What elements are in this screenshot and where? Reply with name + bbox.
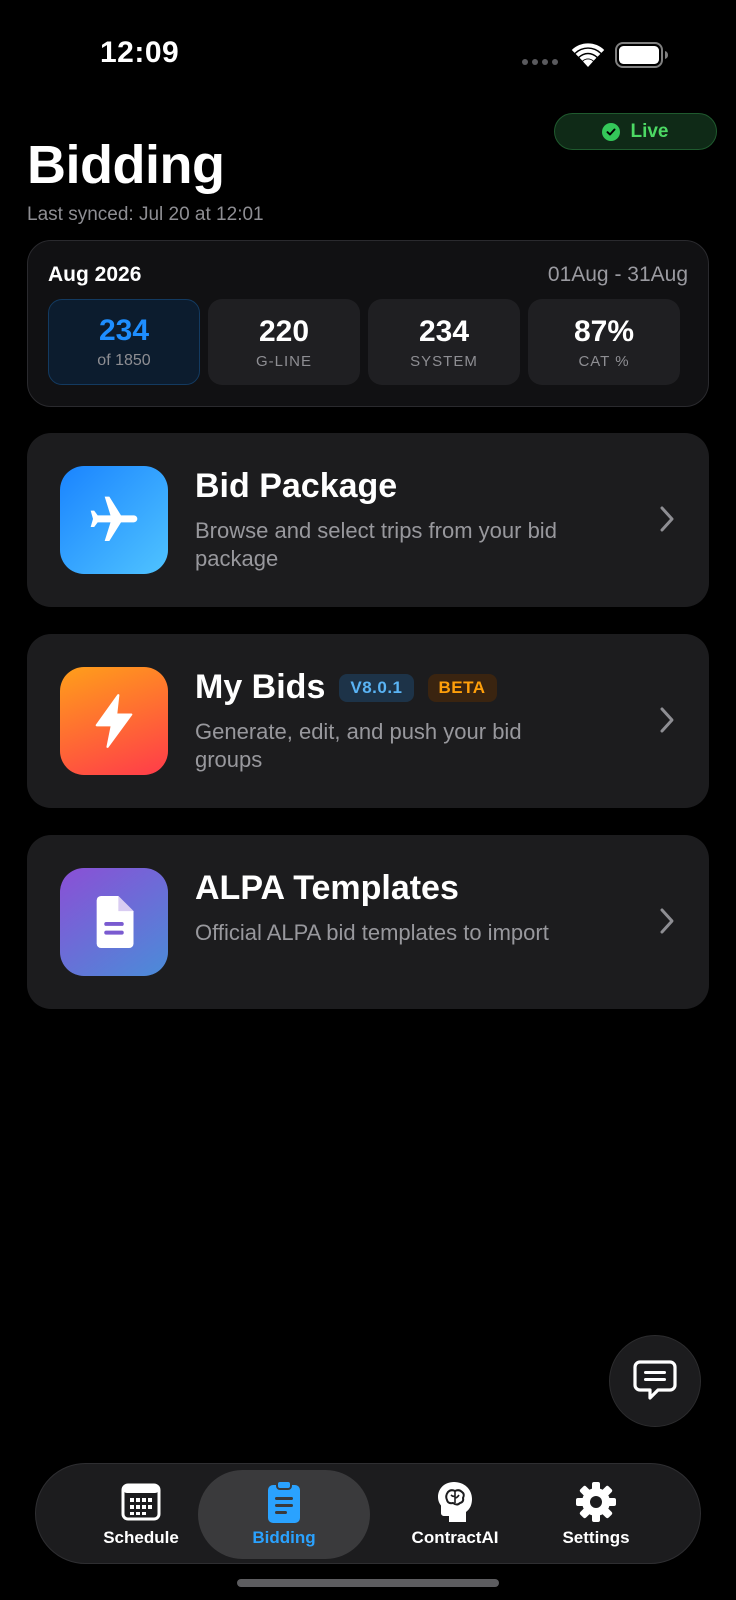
- bid-month: Aug 2026: [48, 263, 142, 286]
- tab-label: Settings: [562, 1528, 630, 1547]
- card-title: Bid Package: [195, 467, 398, 505]
- stat-value: 234: [418, 314, 470, 348]
- my-bids-card[interactable]: My Bids V8.0.1 BETA Generate, edit, and …: [27, 634, 709, 808]
- card-description: Browse and select trips from your bid pa…: [195, 518, 557, 571]
- tab-bidding[interactable]: Bidding: [198, 1470, 370, 1559]
- lightning-icon: [60, 667, 168, 775]
- bid-date-range: 01Aug - 31Aug: [547, 263, 688, 286]
- chat-button[interactable]: [609, 1335, 701, 1427]
- stat-label: G-LINE: [255, 352, 312, 370]
- page-title: Bidding: [27, 135, 225, 195]
- stat-tile-seniority[interactable]: 234 of 1850: [48, 299, 200, 385]
- stat-value: 234: [98, 314, 150, 347]
- document-icon: [60, 868, 168, 976]
- last-synced-text: Last synced: Jul 20 at 12:01: [27, 204, 264, 225]
- chevron-right-icon: [660, 908, 674, 934]
- status-time: 12:09: [100, 36, 180, 69]
- card-title: ALPA Templates: [195, 869, 459, 907]
- card-description: Official ALPA bid templates to import: [195, 920, 549, 945]
- version-badge: V8.0.1: [339, 673, 414, 702]
- tab-label: Schedule: [103, 1528, 179, 1547]
- cellular-signal-icon: [522, 59, 558, 65]
- stat-value: 87%: [573, 314, 635, 348]
- clipboard-icon: [262, 1480, 306, 1524]
- alpa-templates-card[interactable]: ALPA Templates Official ALPA bid templat…: [27, 835, 709, 1009]
- stat-label: of 1850: [97, 352, 151, 369]
- tab-settings[interactable]: Settings: [510, 1470, 682, 1559]
- status-bar: 12:09: [0, 0, 736, 100]
- tab-label: ContractAI: [411, 1528, 499, 1547]
- brain-head-icon: [433, 1480, 477, 1524]
- stat-tile-system[interactable]: 234 SYSTEM: [368, 299, 520, 385]
- bid-period-summary-card: Aug 2026 01Aug - 31Aug 234 of 1850 220 G…: [27, 240, 709, 407]
- card-description: Generate, edit, and push your bid groups: [195, 719, 522, 772]
- battery-icon: [615, 42, 668, 68]
- beta-badge: BETA: [427, 673, 497, 702]
- airplane-icon: [60, 466, 168, 574]
- card-title: My Bids: [195, 668, 326, 706]
- calendar-icon: [119, 1480, 163, 1524]
- stat-tile-g-line[interactable]: 220 G-LINE: [208, 299, 360, 385]
- check-circle-icon: [602, 122, 621, 141]
- tab-bar: Schedule Bidding ContractAI Settings: [35, 1463, 701, 1564]
- home-indicator[interactable]: [237, 1579, 499, 1587]
- bid-package-card[interactable]: Bid Package Browse and select trips from…: [27, 433, 709, 607]
- wifi-icon: [571, 43, 605, 67]
- stat-label: CAT %: [578, 352, 630, 370]
- live-status-badge: Live: [554, 113, 717, 150]
- tab-label: Bidding: [252, 1528, 316, 1547]
- stat-tile-cat-percent[interactable]: 87% CAT %: [528, 299, 680, 385]
- gear-icon: [574, 1480, 618, 1524]
- chat-bubble-icon: [633, 1360, 677, 1400]
- chevron-right-icon: [660, 506, 674, 532]
- live-label: Live: [630, 120, 669, 142]
- chevron-right-icon: [660, 707, 674, 733]
- stat-value: 220: [258, 314, 310, 348]
- stat-label: SYSTEM: [410, 352, 478, 370]
